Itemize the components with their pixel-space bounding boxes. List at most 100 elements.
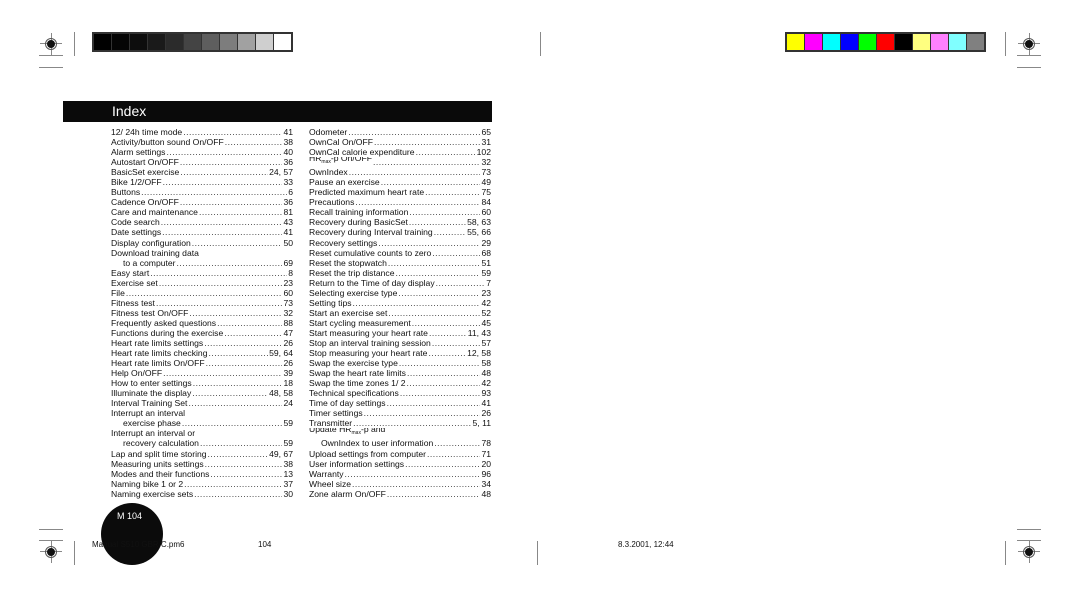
index-page-ref: 84 <box>481 197 491 208</box>
dot-leader <box>188 398 282 408</box>
index-page-ref: 40 <box>283 147 293 158</box>
dot-leader <box>224 328 282 338</box>
index-entry: Heart rate limits settings 26 <box>111 338 293 348</box>
index-entry: Autostart On/OFF 36 <box>111 157 293 167</box>
index-term: Recovery during Interval training <box>309 227 433 238</box>
index-entry: Frequently asked questions 88 <box>111 318 293 328</box>
index-term: Wheel size <box>309 478 352 489</box>
index-entry: Help On/OFF 39 <box>111 368 293 378</box>
index-term: recovery calculation <box>123 438 199 449</box>
index-page-ref: 60 <box>481 207 491 218</box>
index-page-ref: 36 <box>283 197 293 208</box>
index-term: Reset the stopwatch <box>309 257 387 268</box>
index-entry: Lap and split time storing 49, 67 <box>111 449 293 459</box>
index-term: Date settings <box>111 227 162 238</box>
index-entry: Reset the trip distance 59 <box>309 268 491 278</box>
crop-mark <box>1005 541 1006 565</box>
index-page-ref: 41 <box>283 127 293 137</box>
color-calibration-bar <box>785 32 986 52</box>
registration-mark-icon <box>1018 541 1040 563</box>
index-term: Start cycling measurement <box>309 317 411 328</box>
dot-leader <box>398 288 480 298</box>
index-term: Heart rate limits On/OFF <box>111 358 205 369</box>
index-entry: to a computer 69 <box>111 258 293 268</box>
index-column-right: Odometer65OwnCal On/OFF31OwnCal calorie … <box>309 127 491 499</box>
index-term: Setting tips <box>309 297 352 308</box>
index-term: Download training data <box>111 247 199 258</box>
index-page-ref: 58 <box>481 358 491 369</box>
index-entry: Modes and their functions 13 <box>111 469 293 479</box>
index-entry: HRmax-p On/OFF 32 <box>309 157 491 167</box>
dot-leader <box>405 459 480 469</box>
index-page-ref: 7 <box>486 277 491 288</box>
index-term: Pause an exercise <box>309 177 380 188</box>
index-term: Display configuration <box>111 237 191 248</box>
index-term: Time of day settings <box>309 398 386 409</box>
dot-leader <box>427 449 480 459</box>
dot-leader <box>407 378 481 388</box>
index-term: Modes and their functions <box>111 468 210 479</box>
index-term: Code search <box>111 217 160 228</box>
index-page-ref: 49 <box>481 177 491 188</box>
index-term: Timer settings <box>309 408 363 419</box>
color-swatch <box>913 34 930 50</box>
index-term: Start measuring your heart rate <box>309 327 428 338</box>
dot-leader <box>348 127 480 137</box>
index-page-ref: 48 <box>481 488 491 499</box>
index-entry: Recovery during Interval training 55, 66 <box>309 227 491 237</box>
index-entry: Update HRmax-p and <box>309 428 491 438</box>
crop-mark <box>39 529 63 530</box>
index-entry: Start measuring your heart rate 11, 43 <box>309 328 491 338</box>
index-entry: Recovery settings 29 <box>309 238 491 248</box>
dot-leader <box>183 127 282 137</box>
dot-leader <box>204 338 282 348</box>
index-entry: OwnIndex 73 <box>309 167 491 177</box>
index-term: Warranty <box>309 468 344 479</box>
index-entry: Activity/button sound On/OFF 38 <box>111 137 293 147</box>
color-swatch <box>94 34 111 50</box>
index-entry: User information settings 20 <box>309 459 491 469</box>
crop-mark <box>39 67 63 68</box>
dot-leader <box>180 157 283 167</box>
index-term: Bike 1/2/OFF <box>111 177 162 188</box>
index-entry: OwnIndex to user information 78 <box>309 438 491 448</box>
index-entry: Stop an interval training session 57 <box>309 338 491 348</box>
index-entry: Return to the Time of day display 7 <box>309 278 491 288</box>
index-page-ref: 48, 58 <box>269 388 293 399</box>
index-page-ref: 6 <box>288 187 293 198</box>
index-entry: Illuminate the display 48, 58 <box>111 388 293 398</box>
dot-leader <box>194 489 282 499</box>
index-term: Selecting exercise type <box>309 287 398 298</box>
index-entry: Technical specifications 93 <box>309 388 491 398</box>
index-term: Lap and split time storing <box>111 448 207 459</box>
index-page-ref: 65 <box>481 127 491 137</box>
index-term: Upload settings from computer <box>309 448 427 459</box>
footer-datetime: 8.3.2001, 12:44 <box>618 540 674 549</box>
index-entry: Swap the heart rate limits 48 <box>309 368 491 378</box>
index-entry: Precautions 84 <box>309 197 491 207</box>
dot-leader <box>208 449 269 459</box>
crop-mark <box>74 541 75 565</box>
index-entry: Warranty 96 <box>309 469 491 479</box>
dot-leader <box>396 268 481 278</box>
color-swatch <box>238 34 255 50</box>
index-page-ref: 68 <box>481 247 491 258</box>
index-term: Activity/button sound On/OFF <box>111 137 224 148</box>
index-term: Recall training information <box>309 207 409 218</box>
index-term: Heart rate limits settings <box>111 337 204 348</box>
index-term: Heart rate limits checking <box>111 348 208 359</box>
color-swatch <box>805 34 822 50</box>
index-entry: Stop measuring your heart rate 12, 58 <box>309 348 491 358</box>
footer-file-name: Manual S510 GBR C.pm6 <box>92 540 185 549</box>
dot-leader <box>208 348 268 358</box>
index-entry: Start an exercise set 52 <box>309 308 491 318</box>
index-page-ref: 75 <box>481 187 491 198</box>
index-page-ref: 55, 66 <box>467 227 491 238</box>
index-page-ref: 93 <box>481 388 491 399</box>
index-entry: BasicSet exercise 24, 57 <box>111 167 293 177</box>
index-page-ref: 96 <box>481 468 491 479</box>
crop-mark <box>1017 55 1041 56</box>
crop-mark <box>1005 32 1006 56</box>
color-swatch <box>967 34 984 50</box>
index-page-ref: 26 <box>481 408 491 419</box>
